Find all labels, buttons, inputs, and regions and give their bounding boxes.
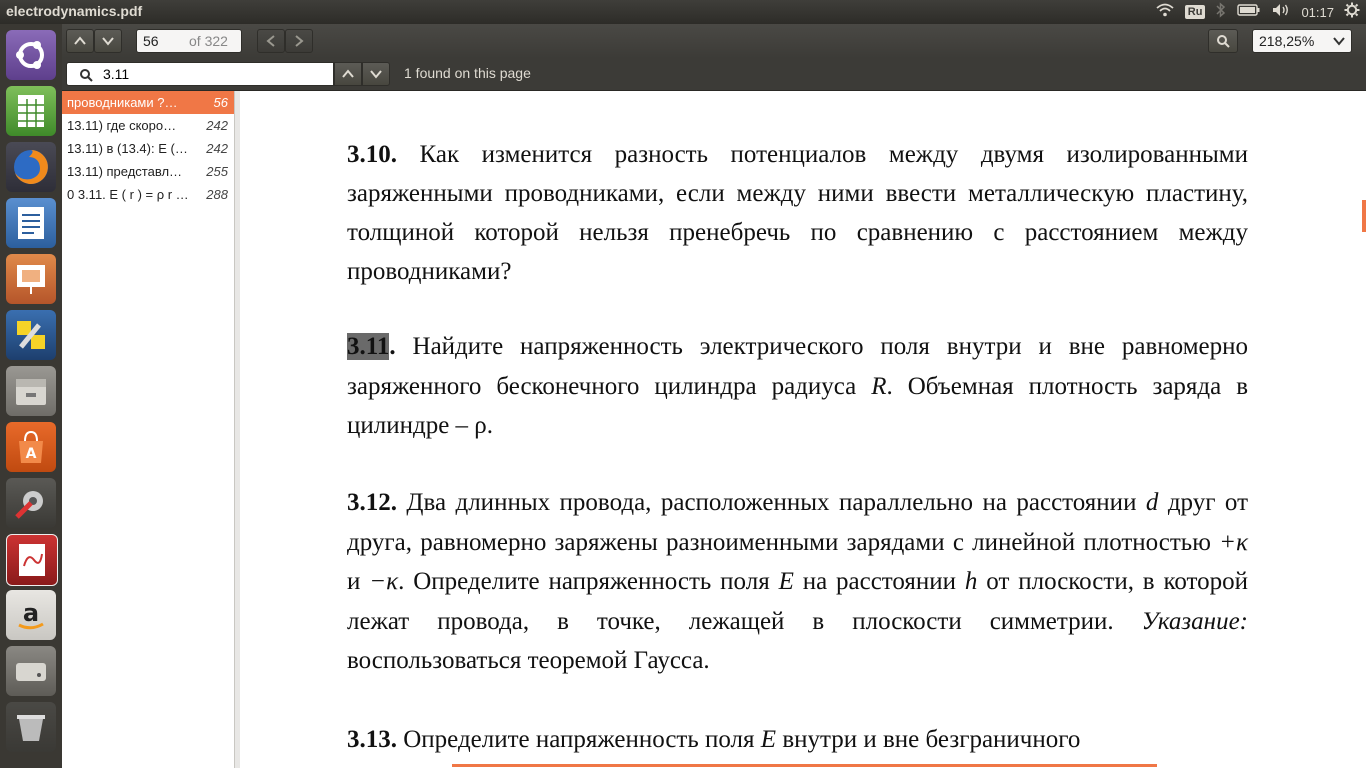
tools-icon[interactable]	[6, 478, 56, 528]
conjunction: и	[347, 568, 370, 595]
zoom-value: 218,25%	[1259, 33, 1315, 49]
result-text: 13.11) представл…	[67, 164, 183, 179]
wifi-icon[interactable]	[1155, 2, 1175, 22]
search-result-item[interactable]: 13.11) представл… 255	[62, 160, 234, 183]
current-page-value[interactable]: 56	[143, 33, 159, 49]
chevron-down-icon	[370, 70, 382, 79]
chevron-up-icon	[74, 36, 86, 45]
firefox-icon[interactable]	[6, 142, 56, 192]
variable-e: E	[778, 568, 794, 595]
trash-icon[interactable]	[6, 702, 56, 752]
variable-h: h	[964, 568, 978, 595]
problem-3-11: 3.11. Найдите напряженность электрическо…	[347, 327, 1248, 446]
find-results-sidebar: проводниками ?… 56 13.11) где скоро… 242…	[62, 91, 235, 768]
search-result-item[interactable]: 0 3.11. E ( r ) = ρ r … 288	[62, 183, 234, 206]
top-panel: electrodynamics.pdf Ru 01:17	[0, 0, 1366, 24]
previous-page-button[interactable]	[66, 29, 94, 53]
search-result-item[interactable]: 13.11) где скоро… 242	[62, 114, 234, 137]
keyboard-layout-indicator[interactable]: Ru	[1184, 5, 1206, 19]
chevron-right-icon	[295, 35, 304, 47]
result-text: 13.11) в (13.4): E (…	[67, 141, 188, 156]
result-text: 0 3.11. E ( r ) = ρ r …	[67, 187, 189, 202]
volume-icon[interactable]	[1271, 2, 1291, 22]
next-page-button[interactable]	[94, 29, 122, 53]
ubuntu-dash-icon[interactable]	[6, 30, 56, 80]
svg-text:a: a	[23, 599, 39, 627]
clock[interactable]: 01:17	[1301, 5, 1334, 20]
problem-number: 3.10.	[347, 141, 397, 168]
result-text: 13.11) где скоро…	[67, 118, 177, 133]
total-pages-label: of 322	[189, 33, 228, 49]
problem-3-10: 3.10. Как изменится разность потенциалов…	[347, 135, 1248, 291]
problem-number: 3.13.	[347, 726, 397, 753]
window-title: electrodynamics.pdf	[6, 3, 143, 19]
search-result-item[interactable]: проводниками ?… 56	[62, 91, 234, 114]
document-viewer-icon[interactable]	[6, 534, 58, 586]
hint-label: Указание:	[1141, 607, 1248, 635]
problem-text-cont: . Определите напряженность поля	[398, 568, 779, 595]
problem-3-13: 3.13. Определите напряженность поля E вн…	[347, 720, 1248, 759]
software-center-icon[interactable]: A	[6, 422, 56, 472]
search-highlight: 3.11	[347, 333, 390, 360]
problem-number: 3.12.	[347, 489, 397, 516]
libreoffice-calc-icon[interactable]	[6, 86, 56, 136]
page-progress-indicator	[452, 764, 1157, 767]
document-page[interactable]: 3.10. Как изменится разность потенциалов…	[240, 91, 1362, 768]
variable-d: d	[1145, 489, 1159, 516]
files-icon[interactable]	[6, 366, 56, 416]
search-icon	[80, 69, 93, 82]
problem-text: Два длинных провода, расположенных парал…	[397, 489, 1146, 516]
zoom-select[interactable]: 218,25%	[1252, 29, 1352, 53]
result-page: 255	[206, 164, 228, 179]
scrollbar-thumb[interactable]	[1362, 200, 1366, 232]
history-forward-button[interactable]	[285, 29, 313, 53]
variable-e: E	[760, 726, 777, 753]
problem-text-cont: внутри и вне безграничного	[776, 726, 1081, 753]
system-settings-icon[interactable]	[6, 310, 56, 360]
libreoffice-writer-icon[interactable]	[6, 198, 56, 248]
result-page: 242	[206, 118, 228, 133]
result-page: 242	[206, 141, 228, 156]
search-icon	[1217, 35, 1230, 48]
problem-text-cont: воспользоваться теоремой Гаусса.	[347, 647, 710, 674]
result-text: проводниками ?…	[67, 95, 178, 110]
battery-icon[interactable]	[1237, 3, 1261, 21]
viewer-toolbar: 56 of 322 218,25%	[62, 24, 1366, 58]
page-number-field[interactable]: 56 of 322	[136, 29, 242, 53]
system-tray: Ru 01:17	[1155, 2, 1360, 22]
chevron-down-icon	[1333, 37, 1345, 46]
settings-gear-icon[interactable]	[1344, 2, 1360, 22]
problem-text-cont: на расстоянии	[793, 568, 965, 595]
search-result-item[interactable]: 13.11) в (13.4): E (… 242	[62, 137, 234, 160]
search-field[interactable]	[66, 62, 334, 86]
find-status: 1 found on this page	[404, 65, 531, 81]
chevron-up-icon	[342, 69, 354, 78]
amazon-icon[interactable]: a	[6, 590, 56, 640]
chevron-left-icon	[266, 35, 275, 47]
bluetooth-icon[interactable]	[1215, 2, 1227, 22]
launcher: A a	[0, 24, 63, 768]
find-next-button[interactable]	[362, 62, 390, 86]
chevron-down-icon	[102, 37, 114, 46]
find-previous-button[interactable]	[334, 62, 362, 86]
history-back-button[interactable]	[257, 29, 285, 53]
result-page: 56	[213, 95, 228, 110]
problem-text: Определите напряженность поля	[397, 726, 761, 753]
find-bar: 1 found on this page	[62, 58, 1366, 91]
vertical-scrollbar[interactable]	[1362, 91, 1366, 768]
problem-text: Как изменится разность потенциалов между…	[347, 141, 1248, 285]
svg-text:A: A	[26, 446, 37, 462]
problem-3-12: 3.12. Два длинных провода, расположенных…	[347, 483, 1248, 681]
variable-minus-kappa: −κ	[369, 568, 399, 595]
search-input[interactable]	[103, 65, 323, 83]
variable-plus-kappa: +κ	[1219, 528, 1248, 556]
result-page: 288	[206, 187, 228, 202]
find-button[interactable]	[1208, 29, 1238, 53]
libreoffice-impress-icon[interactable]	[6, 254, 56, 304]
variable-r: R	[871, 372, 887, 400]
drive-icon[interactable]	[6, 646, 56, 696]
